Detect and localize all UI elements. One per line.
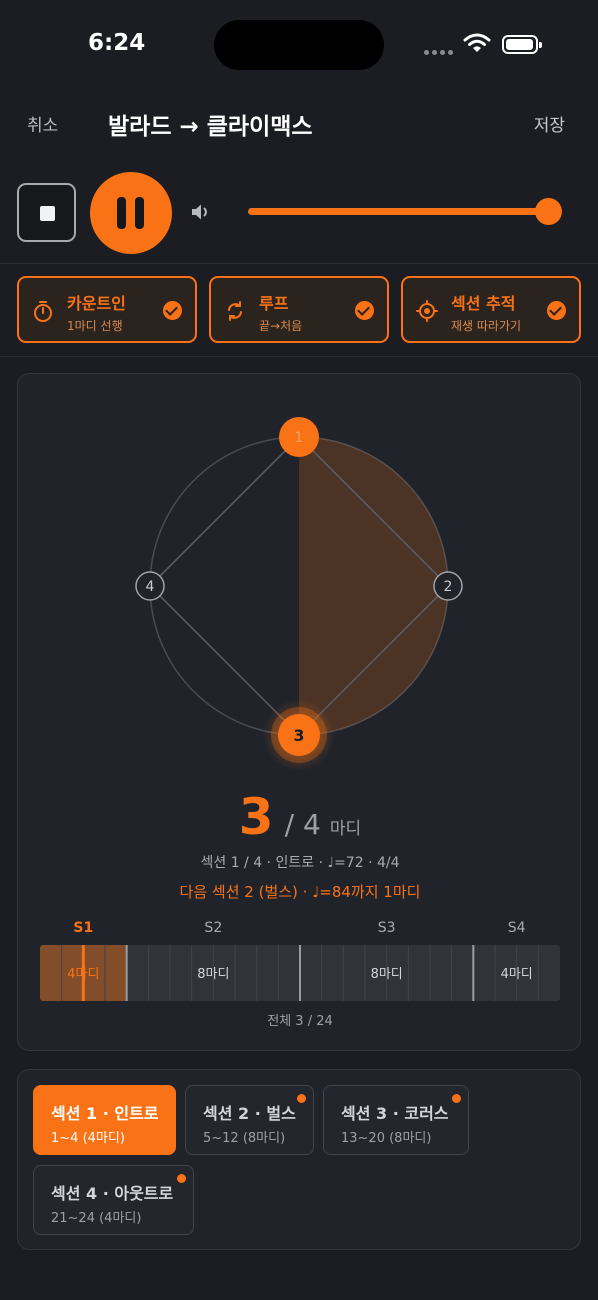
signal-icon — [424, 40, 456, 59]
toggle-subtitle: 재생 따라가기 — [451, 319, 522, 333]
section-dot — [297, 1094, 306, 1103]
crosshair-icon — [416, 300, 438, 322]
pause-button[interactable] — [90, 172, 172, 254]
divider — [0, 263, 598, 264]
volume-slider-thumb[interactable] — [535, 198, 562, 225]
beat-label: 4 — [146, 579, 155, 595]
loop-icon — [228, 301, 242, 321]
beat-card: 1 2 3 4 3 / 4 마디 섹션 1 / 4 · 인트로 · ♩=72 · 4/… — [17, 373, 581, 1051]
wifi-icon — [463, 33, 491, 52]
section-chip-1[interactable]: 섹션 1 · 인트로 1~4 (4마디) — [33, 1085, 176, 1155]
stop-button[interactable] — [17, 183, 76, 242]
timeline-segment-label: 4마디 — [501, 967, 533, 982]
section-range: 13~20 (8마디) — [341, 1131, 432, 1146]
toggle-subtitle: 1마디 선행 — [67, 319, 123, 333]
beat-label: 1 — [295, 430, 304, 446]
timeline-labels: S1 S2 S3 S4 — [18, 920, 582, 940]
timeline-segment-label: 8마디 — [197, 967, 229, 982]
section-chip-3[interactable]: 섹션 3 · 코러스 13~20 (8마디) — [323, 1085, 469, 1155]
bar-unit: 마디 — [329, 819, 362, 839]
section-dot — [452, 1094, 461, 1103]
section-title: 섹션 3 · 코러스 — [341, 1104, 449, 1123]
toggle-title: 섹션 추적 — [451, 294, 516, 313]
speaker-icon — [192, 204, 207, 220]
toggle-title: 루프 — [259, 294, 289, 313]
beat-progress-wedge — [299, 437, 448, 735]
divider — [0, 356, 598, 357]
section-range: 1~4 (4마디) — [51, 1131, 125, 1146]
section-chip-2[interactable]: 섹션 2 · 벌스 5~12 (8마디) — [185, 1085, 314, 1155]
toggle-loop[interactable]: 루프 끝→처음 — [209, 276, 389, 343]
timeline-section-label: S1 — [73, 920, 94, 936]
toggle-section-follow[interactable]: 섹션 추적 재생 따라가기 — [401, 276, 581, 343]
save-button[interactable]: 저장 — [534, 111, 565, 136]
volume-slider-track[interactable] — [248, 208, 548, 215]
battery-icon — [502, 35, 542, 54]
timeline-section-label: S2 — [204, 920, 223, 936]
nav-bar: 취소 발라드 → 클라이맥스 저장 — [0, 95, 598, 150]
total-bars: / 4 — [284, 808, 321, 841]
bar-counter: 3 / 4 마디 — [18, 788, 582, 846]
dynamic-island — [214, 20, 384, 70]
check-icon — [547, 301, 566, 320]
timeline-svg: 4마디8마디8마디4마디 — [40, 945, 539, 1001]
section-title: 섹션 1 · 인트로 — [51, 1104, 159, 1123]
section-chip-4[interactable]: 섹션 4 · 아웃트로 21~24 (4마디) — [33, 1165, 194, 1235]
timeline-playhead[interactable] — [81, 945, 85, 1001]
status-bar: 6:24 — [0, 0, 598, 90]
stopwatch-icon — [34, 301, 52, 322]
toggle-title: 카운트인 — [67, 294, 126, 313]
total-progress: 전체 3 / 24 — [267, 1014, 333, 1029]
timeline-segment-label: 8마디 — [371, 967, 403, 982]
beat-circle: 1 2 3 4 — [135, 417, 463, 771]
beat-label: 3 — [293, 726, 304, 745]
next-section-info: 다음 섹션 2 (벌스) · ♩=84까지 1마디 — [179, 883, 421, 901]
cancel-button[interactable]: 취소 — [27, 111, 58, 136]
section-range: 5~12 (8마디) — [203, 1131, 286, 1146]
status-time: 6:24 — [88, 30, 146, 56]
page-title: 발라드 → 클라이맥스 — [108, 114, 313, 140]
check-icon — [355, 301, 374, 320]
section-info: 섹션 1 / 4 · 인트로 · ♩=72 · 4/4 — [200, 855, 400, 871]
beat-label: 2 — [444, 579, 453, 595]
section-title: 섹션 4 · 아웃트로 — [51, 1184, 174, 1203]
section-timeline[interactable]: 4마디8마디8마디4마디 — [40, 945, 560, 1001]
timeline-section-label: S3 — [377, 920, 396, 936]
section-range: 21~24 (4마디) — [51, 1211, 142, 1226]
sections-list: 섹션 1 · 인트로 1~4 (4마디) 섹션 2 · 벌스 5~12 (8마디… — [17, 1069, 581, 1250]
timeline-section-label: S4 — [507, 920, 526, 936]
section-title: 섹션 2 · 벌스 — [203, 1104, 296, 1123]
current-bar: 3 — [238, 788, 274, 846]
section-dot — [177, 1174, 186, 1183]
toggle-count-in[interactable]: 카운트인 1마디 선행 — [17, 276, 197, 343]
check-icon — [163, 301, 182, 320]
toggle-subtitle: 끝→처음 — [259, 319, 303, 333]
transport-controls — [0, 170, 598, 260]
